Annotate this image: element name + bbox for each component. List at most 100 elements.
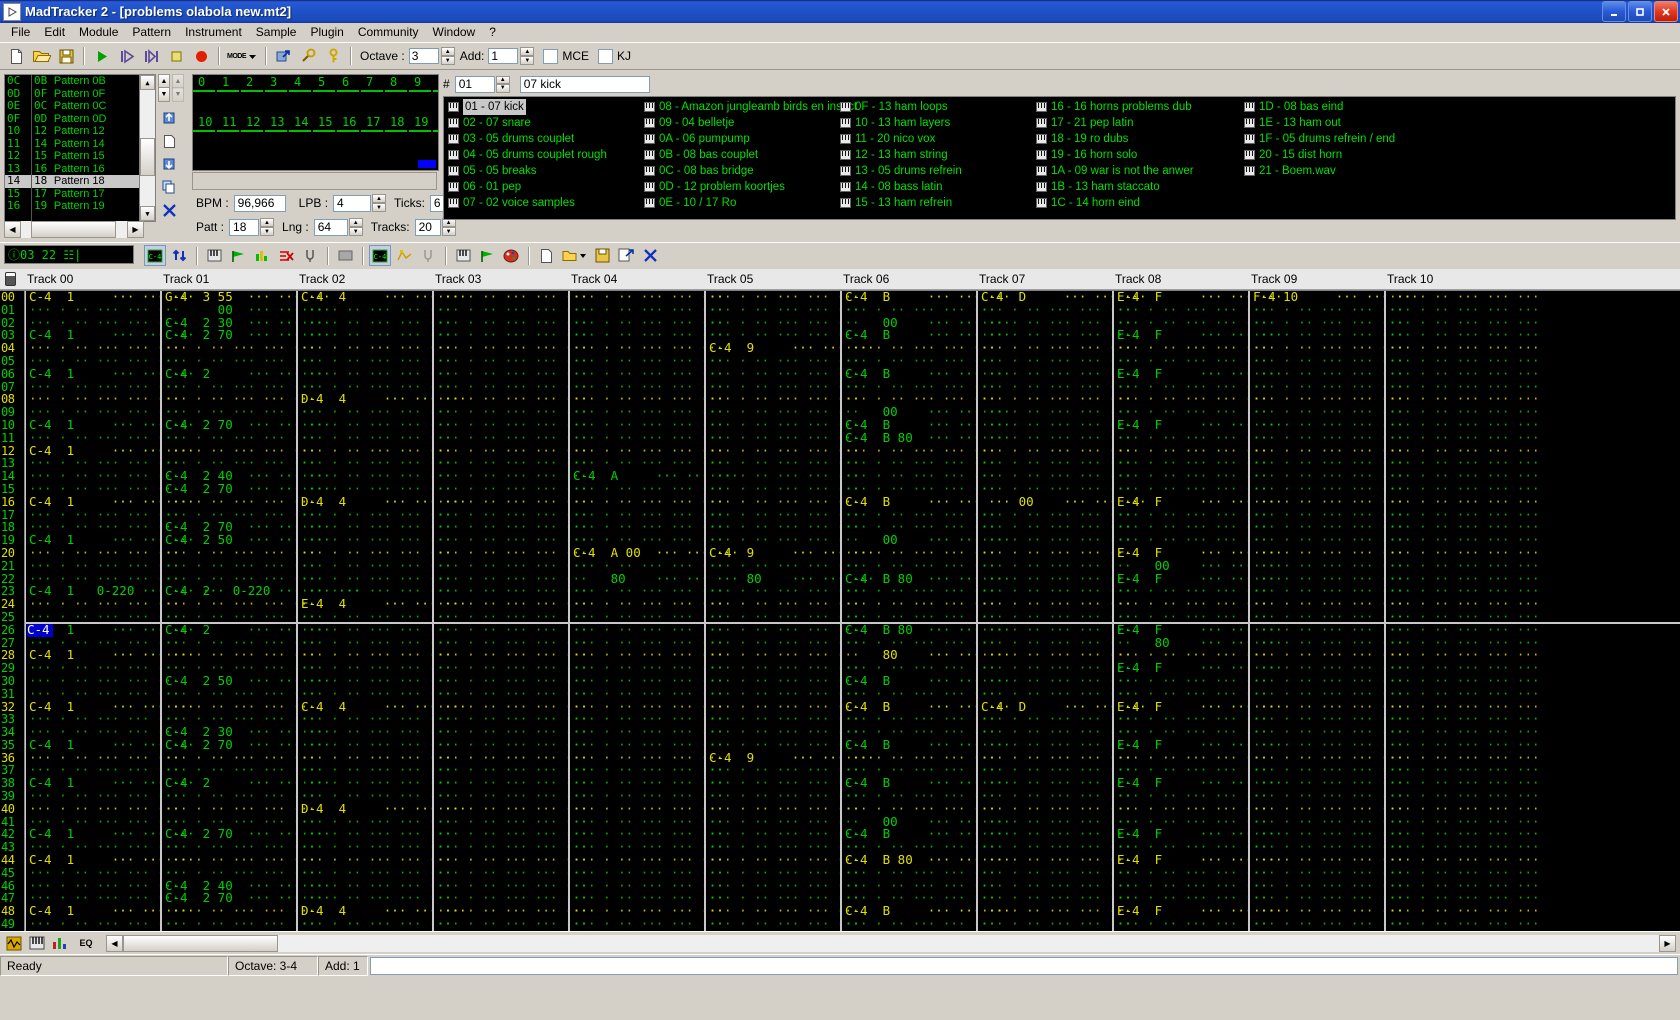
- instrument-editor-button[interactable]: [27, 934, 47, 952]
- exportdoc-button[interactable]: [615, 245, 637, 266]
- order-spin-down2-icon[interactable]: ▼: [172, 87, 184, 102]
- pattern-cell[interactable]: ··· · ·· ··· ··· ···: [162, 508, 316, 522]
- track-column-06[interactable]: C-4 B ··· ··· ··· ··· · ·· ··· ··· ··· 00…: [840, 291, 1011, 931]
- pattern-cell[interactable]: ··· · ·· ··· ··· ···: [26, 636, 180, 650]
- instrument-list-item[interactable]: 04 - 05 drums couplet rough: [448, 147, 643, 163]
- patt-spinner[interactable]: ▲ ▼: [260, 218, 275, 236]
- pattern-cell[interactable]: ··· · ·· ··· ··· ···: [26, 521, 180, 534]
- instrument-list-item[interactable]: 18 - 19 ro dubs: [1036, 131, 1231, 147]
- instrument-list-item[interactable]: 0C - 08 bas bridge: [644, 163, 844, 179]
- pattern-cell[interactable]: ··· · ·· ··· ··· ···: [706, 329, 860, 342]
- instrument-list-item[interactable]: 21 - Boem.wav: [1244, 163, 1464, 179]
- pattern-cell[interactable]: ··· · ·· ··· ··· ···: [1114, 815, 1268, 829]
- note-entry-button[interactable]: C-4: [144, 245, 166, 266]
- savedoc-button[interactable]: [591, 245, 613, 266]
- status-message-input[interactable]: [370, 957, 1678, 975]
- instrument-list-item[interactable]: 11 - 20 nico vox: [840, 131, 1035, 147]
- add-input[interactable]: [488, 48, 519, 64]
- pattern-cell[interactable]: ··· · ·· ··· ··· ···: [162, 815, 316, 829]
- track-column-04[interactable]: ··· · ·· ··· ··· ··· ··· · ·· ··· ··· ···…: [568, 291, 739, 931]
- instrument-list-item[interactable]: 01 - 07 kick: [448, 99, 643, 115]
- order-row[interactable]: 12 Pattern 12: [32, 124, 139, 138]
- instrument-list-item[interactable]: 17 - 21 pep latin: [1036, 115, 1231, 131]
- pattern-cell[interactable]: ··· · ·· ··· ··· ···: [706, 738, 860, 752]
- pattern-cell[interactable]: ··· · ·· ··· ··· ···: [842, 354, 996, 368]
- instrument-list-item[interactable]: 06 - 01 pep: [448, 179, 643, 195]
- instrument-list-item[interactable]: 13 - 05 drums refrein: [840, 163, 1035, 179]
- sample-editor-button[interactable]: [4, 934, 24, 952]
- play-track-button[interactable]: [227, 245, 249, 266]
- track-header-10[interactable]: Track 10: [1387, 272, 1433, 286]
- pattern-cell[interactable]: ··· · ·· ··· ··· ···: [298, 687, 452, 701]
- menu-item-instrument[interactable]: Instrument: [178, 24, 249, 40]
- menu-item-sample[interactable]: Sample: [249, 24, 304, 40]
- order-scroll-track[interactable]: [140, 90, 155, 206]
- order-row[interactable]: 18 Pattern 18: [32, 174, 139, 188]
- hscroll-right-icon[interactable]: ▶: [1659, 934, 1676, 952]
- order-hscrollbar[interactable]: ◀ ▶: [4, 221, 144, 240]
- tracks-spinner[interactable]: ▲ ▼: [441, 218, 456, 236]
- instrument-list-item[interactable]: 19 - 16 horn solo: [1036, 147, 1231, 163]
- close-button[interactable]: [1654, 1, 1678, 22]
- track-header-06[interactable]: Track 06: [843, 272, 889, 286]
- order-scrollbar[interactable]: ▲ ▼: [139, 75, 155, 221]
- menu-item-file[interactable]: File: [4, 24, 37, 40]
- tools-button[interactable]: [296, 45, 320, 67]
- instrument-list-item[interactable]: 1A - 09 war is not the anwer: [1036, 163, 1231, 179]
- menu-item-edit[interactable]: Edit: [37, 24, 72, 40]
- order-hscroll-right-icon[interactable]: ▶: [127, 221, 144, 238]
- instrument-list-item[interactable]: 15 - 13 ham refrein: [840, 195, 1035, 211]
- save-file-button[interactable]: [54, 45, 78, 67]
- instrument-list-item[interactable]: 03 - 05 drums couplet: [448, 131, 643, 147]
- pattern-cell[interactable]: ··· · ·· ··· ··· ···: [706, 559, 860, 573]
- lpb-input[interactable]: [333, 194, 372, 212]
- pattern-cell[interactable]: ··· · ·· ··· ··· ···: [1114, 649, 1268, 662]
- clear-pattern-button[interactable]: [275, 245, 297, 266]
- pattern-cell[interactable]: ··· · ·· ··· ··· ···: [26, 482, 180, 496]
- pattern-cell[interactable]: ··· · ·· ··· ··· ···: [842, 661, 996, 675]
- instrument-list-item[interactable]: 20 - 15 dist horn: [1244, 147, 1464, 163]
- track-header-02[interactable]: Track 02: [299, 272, 345, 286]
- fork2-button[interactable]: [417, 245, 439, 266]
- note-entry2-button[interactable]: C-4: [369, 245, 391, 266]
- order-row[interactable]: 15 Pattern 15: [32, 149, 139, 163]
- pattern-cell[interactable]: ··· · ·· ··· ··· ···: [1114, 840, 1268, 854]
- scroll-up-icon[interactable]: ▲: [140, 75, 155, 90]
- track-header-00[interactable]: Track 00: [27, 272, 73, 286]
- instrument-list-item[interactable]: 0F - 13 ham loops: [840, 99, 1035, 115]
- track-column-03[interactable]: ··· · ·· ··· ··· ··· ··· · ·· ··· ··· ···…: [432, 291, 588, 931]
- instrument-list-item[interactable]: 1C - 14 horn eind: [1036, 195, 1231, 211]
- hscroll-track[interactable]: [123, 934, 1659, 952]
- pattern-cell[interactable]: ··· · ·· ··· ··· ···: [298, 892, 452, 905]
- help-button[interactable]: [321, 45, 345, 67]
- pattern-cell[interactable]: ··· · ·· ··· ··· ···: [1114, 316, 1268, 330]
- pattern-cell[interactable]: ··· · ·· ··· ··· ···: [1114, 687, 1268, 701]
- bpm-input[interactable]: [233, 194, 286, 212]
- play-button[interactable]: [89, 45, 113, 67]
- pattern-cell[interactable]: ··· · ·· ··· ··· ···: [162, 572, 316, 586]
- pattern-cell[interactable]: ··· · ·· ··· ··· ···: [842, 303, 996, 317]
- pattern-cell[interactable]: ··· · ·· ··· ··· ···: [1114, 354, 1268, 368]
- pattern-cell[interactable]: ··· · ·· ··· ··· ···: [26, 431, 180, 445]
- order-clone-button[interactable]: [158, 177, 180, 197]
- track-column-00[interactable]: C-4 1 ··· ··· ··· ··· · ·· ··· ··· ··· ···…: [24, 291, 225, 931]
- pattern-editor-grid[interactable]: 00 01 02 03 04 05 06 07 08 09 10 11 12 13 14 15 16 17 18 19…: [0, 290, 1680, 931]
- instrument-list-item[interactable]: 05 - 05 breaks: [448, 163, 643, 179]
- pattern-cell[interactable]: ··· · ·· ··· ··· ···: [26, 316, 180, 330]
- menu-item-module[interactable]: Module: [72, 24, 125, 40]
- mode-button[interactable]: MODE: [224, 45, 260, 67]
- order-hscroll-thumb[interactable]: [31, 221, 116, 238]
- closedoc-button[interactable]: [639, 245, 661, 266]
- pattern-cell[interactable]: ··· · ·· ··· ··· ···: [26, 892, 180, 905]
- instrument-list-item[interactable]: 0E - 10 / 17 Ro: [644, 195, 844, 211]
- eq-button[interactable]: EQ: [73, 934, 99, 952]
- pattern-cell[interactable]: ··· · ·· ··· ··· ···: [26, 725, 180, 739]
- menu-item-[interactable]: ?: [482, 24, 503, 40]
- pattern-cell[interactable]: ··· · ·· ··· ··· ···: [1114, 482, 1268, 496]
- instrument-list-item[interactable]: 16 - 16 horns problems dub: [1036, 99, 1231, 115]
- track-header-07[interactable]: Track 07: [979, 272, 1025, 286]
- order-spin-down-icon[interactable]: ▼: [158, 87, 170, 102]
- track-column-01[interactable]: G-4 3 55 ··· ··· ··· 00 ··· ··· ··· C-4 2…: [160, 291, 361, 931]
- envelope-button[interactable]: [393, 245, 415, 266]
- pattern-cell[interactable]: ··· · ·· ··· ··· ···: [1114, 533, 1268, 547]
